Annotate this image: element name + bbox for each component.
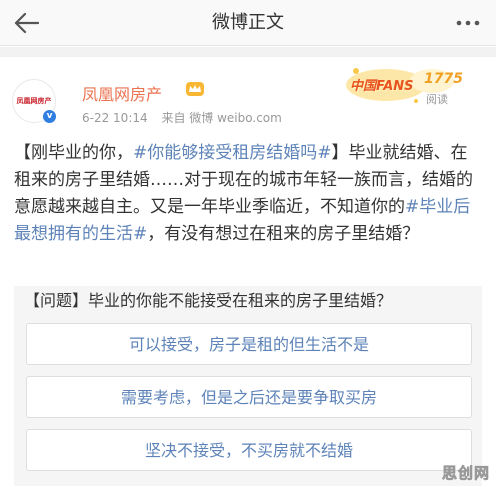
verified-badge-icon: v <box>42 109 57 124</box>
poll-card: 【问题】毕业的你能不能接受在租来的房子里结婚？ 可以接受，房子是租的但生活不是 … <box>14 286 482 486</box>
topic-link[interactable]: #你能够接受租房结婚吗# <box>133 143 332 163</box>
more-dots-icon <box>456 20 480 26</box>
post-meta: 6-22 10:14 来自 微博 weibo.com <box>82 109 292 126</box>
fans-badge-label: 中国FANS <box>350 79 414 94</box>
more-button[interactable] <box>450 6 486 40</box>
page-title: 微博正文 <box>212 12 284 33</box>
read-label: 阅读 <box>426 93 448 106</box>
post-text: 【刚毕业的你，#你能够接受租房结婚吗#】毕业就结婚、在租来的房子里结婚……对于现… <box>14 140 482 248</box>
author-name[interactable]: 凤凰网房产 <box>82 81 162 105</box>
poll-option-consider[interactable]: 需要考虑，但是之后还是要争取买房 <box>26 376 472 418</box>
post-text-part: ，有没有想过在租来的房子里结婚？ <box>147 224 420 244</box>
post-date: 6-22 10:14 <box>82 111 148 125</box>
section-divider <box>0 47 496 57</box>
crown-icon <box>186 82 204 96</box>
post-text-part: 【刚毕业的你， <box>14 143 133 163</box>
poll-question: 【问题】毕业的你能不能接受在租来的房子里结婚？ <box>24 291 393 310</box>
fans-badge: 中国FANS 1775 阅读 <box>342 63 463 109</box>
read-count: 1775 <box>424 71 463 87</box>
watermark: 思创网 <box>441 464 490 483</box>
avatar-logo-text: 凤凰网房产 <box>16 97 52 105</box>
top-navigation-bar: 微博正文 <box>0 0 496 46</box>
poll-option-accept[interactable]: 可以接受，房子是租的但生活不是 <box>26 323 472 365</box>
post-source: 来自 微博 weibo.com <box>161 111 282 125</box>
post-header: 凤凰网房产 v 凤凰网房产 6-22 10:14 来自 微博 weibo.com… <box>0 57 496 137</box>
poll-option-refuse[interactable]: 坚决不接受，不买房就不结婚 <box>26 429 472 471</box>
